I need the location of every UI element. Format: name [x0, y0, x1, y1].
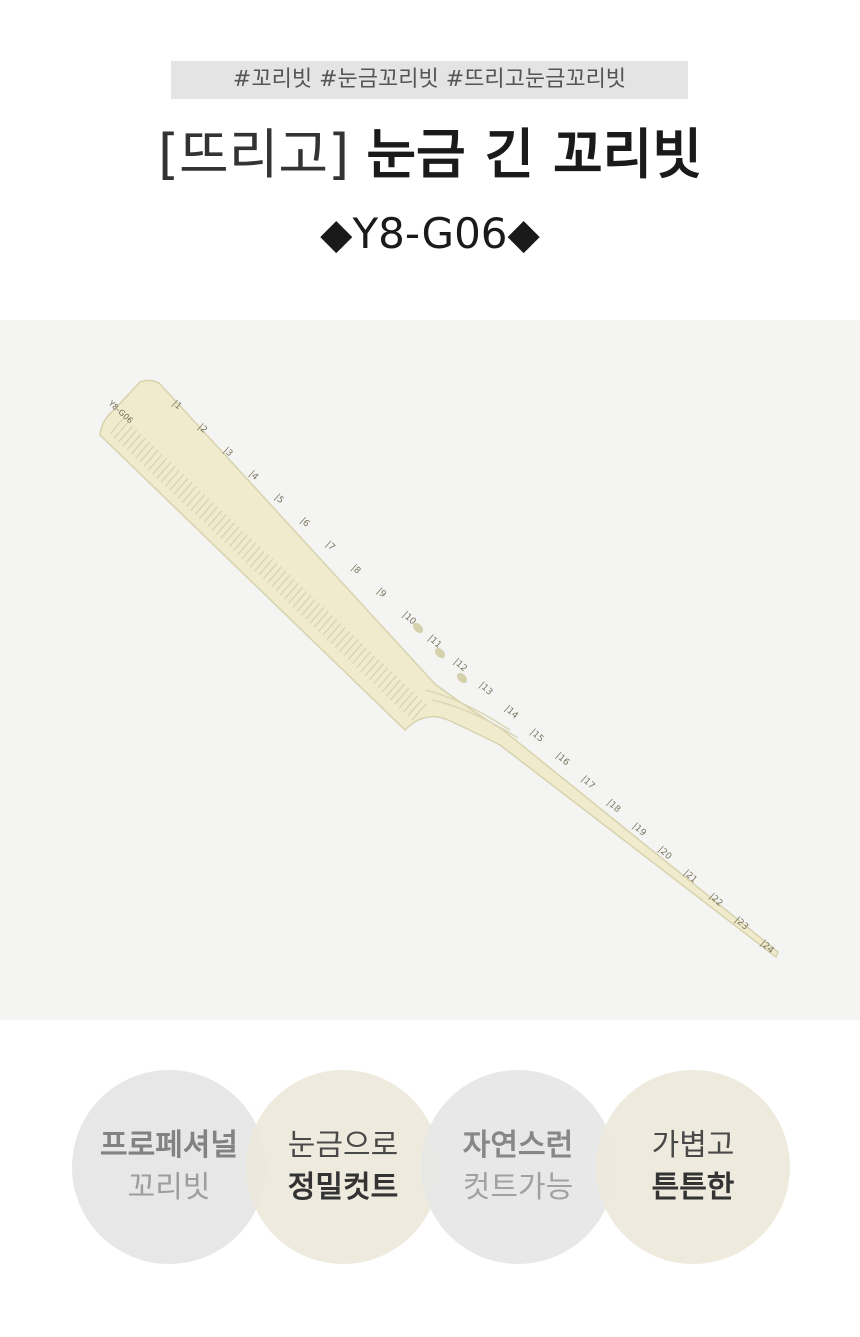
feature-1-line2: 꼬리빗	[127, 1170, 211, 1205]
comb-scale-label: |6	[298, 516, 311, 529]
feature-3-line2: 컷트가능	[462, 1170, 574, 1205]
comb-body	[99, 379, 779, 959]
feature-4-line2: 튼튼한	[651, 1170, 735, 1205]
feature-professional: 프로페셔널 꼬리빗	[72, 1070, 266, 1264]
comb-image: |1|2|3|4|5|6|7|8|9|10|11|12|13|14|15|16|…	[99, 379, 779, 959]
comb-scale-label: |17	[579, 774, 596, 791]
feature-3-line1: 자연스런	[462, 1128, 574, 1163]
feature-2-line1: 눈금으로	[287, 1128, 399, 1163]
comb-scale-label: |12	[451, 657, 468, 674]
product-name: 눈금 긴 꼬리빗	[366, 123, 703, 186]
feature-light-sturdy: 가볍고 튼튼한	[596, 1070, 790, 1264]
model-code: ◆Y8-G06◆	[320, 209, 540, 258]
feature-circles: 프로페셔널 꼬리빗 눈금으로 정밀컷트 자연스런 컷트가능 가볍고 튼튼한	[0, 1070, 860, 1264]
comb-scale-label: |11	[426, 634, 443, 651]
product-photo: |1 |2 |3 |4 |5 |6 |7 |8 |9 |10 |11 |12 |13 |14 |15 |16 |…	[0, 320, 860, 1020]
feature-2-line2: 정밀컷트	[287, 1170, 399, 1205]
comb-scale-label: |16	[553, 751, 571, 768]
comb-scale-label: |7	[323, 540, 336, 553]
comb-scale-label: |14	[502, 704, 520, 721]
comb-scale-label: |18	[605, 798, 623, 815]
comb-scale-label: |13	[477, 681, 494, 698]
brand-label: [뜨리고]	[157, 123, 350, 186]
comb-scale-label: |9	[375, 587, 388, 600]
comb-scale-label: |15	[528, 727, 545, 744]
comb-scale-label: |8	[349, 563, 362, 576]
feature-precision-cut: 눈금으로 정밀컷트	[246, 1070, 440, 1264]
feature-4-line1: 가볍고	[651, 1128, 735, 1163]
feature-natural-cut: 자연스런 컷트가능	[421, 1070, 615, 1264]
comb-scale-label: |5	[272, 493, 285, 506]
hashtag-bar: #꼬리빗 #눈금꼬리빗 #뜨리고눈금꼬리빗	[171, 61, 688, 99]
feature-1-line1: 프로페셔널	[100, 1128, 238, 1163]
product-title: [뜨리고] 눈금 긴 꼬리빗	[0, 112, 860, 198]
